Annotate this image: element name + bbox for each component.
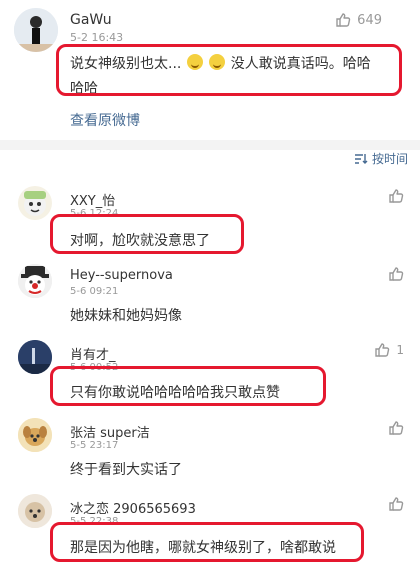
comment-time: 5-6 09:21 (70, 286, 119, 297)
comment-username[interactable]: 张洁 super洁 (70, 422, 150, 441)
cartoon-avatar-icon (24, 191, 46, 216)
comment-username[interactable]: 冰之恋 2906565693 (70, 498, 196, 517)
avatar[interactable] (18, 186, 52, 220)
comment-highlight-box (50, 366, 326, 406)
comment: 肖有才_ 5-6 00:52 只有你敢说哈哈哈哈哈我只敢点赞 1 (0, 336, 420, 414)
sort-row: 按时间 (0, 150, 420, 168)
post-like-count: 649 (357, 12, 382, 28)
thumbs-up-icon (389, 189, 404, 203)
view-original-link[interactable]: 查看原微博 (70, 110, 140, 130)
post-username[interactable]: GaWu (70, 12, 112, 28)
section-separator (0, 140, 420, 150)
comment-like-button[interactable]: 1 (374, 342, 404, 358)
clown-avatar-icon (18, 264, 52, 298)
comment-like-button[interactable] (388, 420, 404, 436)
avatar[interactable] (14, 8, 58, 52)
comment-highlight-box (50, 522, 364, 562)
comment: 冰之恋 2906565693 5-5 22:38 那是因为他瞎，哪就女神级别了，… (0, 490, 420, 567)
sort-button[interactable]: 按时间 (354, 150, 408, 167)
avatar[interactable] (18, 340, 52, 374)
avatar[interactable] (18, 418, 52, 452)
sort-label: 按时间 (371, 152, 408, 166)
comment: 张洁 super洁 5-5 23:17 终于看到大实话了 (0, 414, 420, 492)
thumbs-up-icon (389, 267, 404, 281)
comment-highlight-box (50, 214, 244, 254)
dog-avatar-icon (18, 418, 52, 452)
sort-icon (354, 153, 368, 164)
person-photo-icon (14, 8, 58, 52)
thumbs-up-icon (375, 343, 390, 357)
comment-time: 5-5 23:17 (70, 440, 119, 451)
top-post: GaWu 5-2 16:43 649 说女神级别也太... 没人敢说真话吗。哈哈… (0, 0, 420, 140)
comment-username[interactable]: 肖有才_ (70, 344, 116, 363)
post-highlight-box (56, 44, 402, 96)
scenery-avatar-icon (18, 340, 52, 374)
comment-text: 终于看到大实话了 (70, 462, 182, 478)
thumbs-up-icon (389, 421, 404, 435)
comment-like-button[interactable] (388, 496, 404, 512)
post-like-button[interactable]: 649 (335, 12, 382, 28)
thumbs-up-icon (389, 497, 404, 511)
comment-text: 她妹妹和她妈妈像 (70, 308, 182, 324)
comment-like-button[interactable] (388, 266, 404, 282)
comment: Hey--supernova 5-6 09:21 她妹妹和她妈妈像 (0, 258, 420, 336)
comment-like-button[interactable] (388, 188, 404, 204)
comment-username[interactable]: XXY_怡 (70, 190, 115, 209)
post-time: 5-2 16:43 (70, 31, 124, 44)
puppy-avatar-icon (18, 494, 52, 528)
comment-like-count: 1 (396, 343, 404, 357)
thumbs-up-icon (336, 13, 351, 27)
avatar[interactable] (18, 494, 52, 528)
avatar[interactable] (18, 264, 52, 298)
comment-username[interactable]: Hey--supernova (70, 268, 173, 283)
comment: XXY_怡 5-6 12:24 对啊，尬吹就没意思了 (0, 178, 420, 258)
